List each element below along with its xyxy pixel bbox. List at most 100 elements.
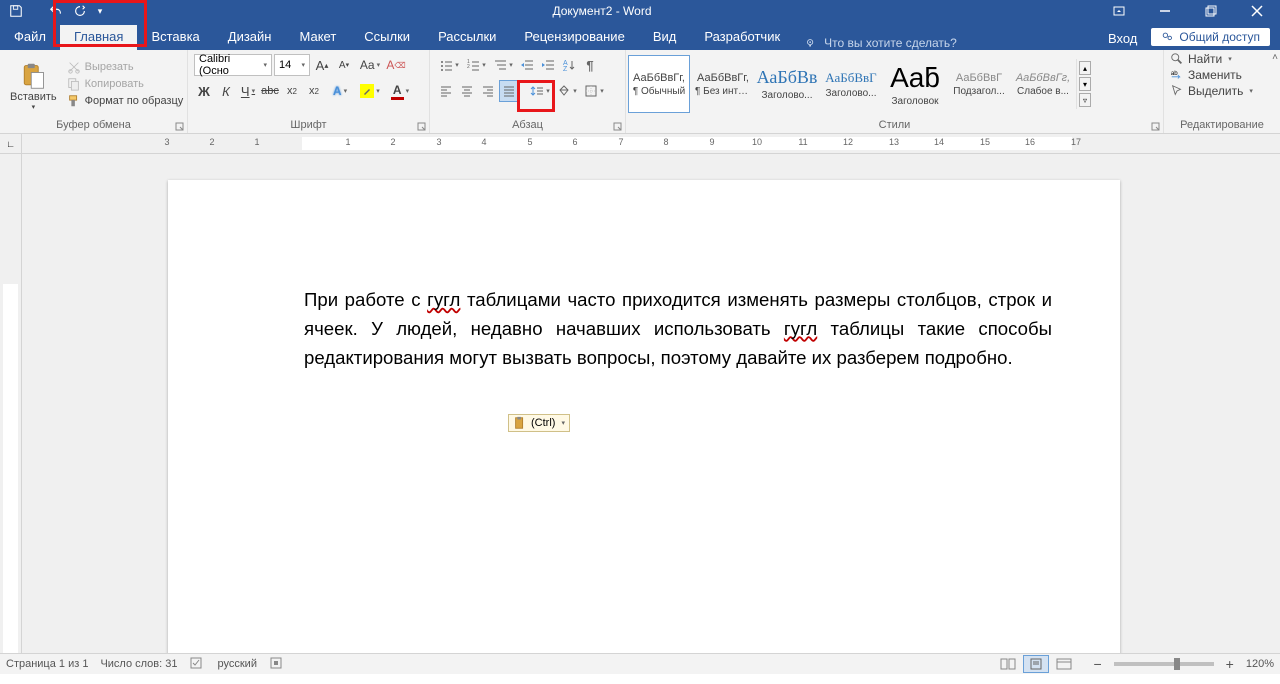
change-case-icon[interactable]: Aa▾ <box>356 54 384 76</box>
tab-review[interactable]: Рецензирование <box>510 25 638 50</box>
undo-icon[interactable] <box>44 0 68 22</box>
ribbon-display-options-icon[interactable] <box>1096 0 1142 22</box>
document-area: При работе с гугл таблицами часто приход… <box>0 154 1280 653</box>
ribbon: ˄ Вставить ▾ Вырезать Копировать Ф <box>0 50 1280 134</box>
tab-view[interactable]: Вид <box>639 25 691 50</box>
view-web-layout-icon[interactable] <box>1051 655 1077 673</box>
copy-button[interactable]: Копировать <box>67 77 184 91</box>
superscript-button[interactable]: x2 <box>304 80 324 102</box>
numbering-icon[interactable]: 12▾ <box>463 54 489 76</box>
save-icon[interactable] <box>4 0 28 22</box>
tab-references[interactable]: Ссылки <box>350 25 424 50</box>
justify-icon[interactable] <box>499 80 519 102</box>
zoom-out-icon[interactable]: − <box>1089 656 1105 672</box>
tab-selector-icon[interactable]: ∟ <box>0 134 22 153</box>
collapse-ribbon-icon[interactable]: ˄ <box>1272 52 1278 63</box>
style-box[interactable]: АаБбВвГПодзагол... <box>948 55 1010 113</box>
clipboard-launcher-icon[interactable] <box>175 122 185 132</box>
tab-mailings[interactable]: Рассылки <box>424 25 510 50</box>
align-right-icon[interactable] <box>478 80 498 102</box>
zoom-in-icon[interactable]: + <box>1222 656 1238 672</box>
format-painter-button[interactable]: Формат по образцу <box>67 94 184 108</box>
font-color-icon[interactable]: A▾ <box>386 80 414 102</box>
sort-icon[interactable]: AZ <box>559 54 579 76</box>
sign-in-link[interactable]: Вход <box>1098 27 1147 50</box>
tab-home[interactable]: Главная <box>60 25 137 50</box>
status-page[interactable]: Страница 1 из 1 <box>6 658 88 670</box>
close-icon[interactable] <box>1234 0 1280 22</box>
style-box[interactable]: АаБбВвГг,¶ Обычный <box>628 55 690 113</box>
zoom-level[interactable]: 120% <box>1240 658 1274 670</box>
shading-icon[interactable]: ▾ <box>554 80 580 102</box>
tab-layout[interactable]: Макет <box>285 25 350 50</box>
window-title: Документ2 - Word <box>108 4 1096 18</box>
group-editing: Найти▾ abЗаменить Выделить▾ Редактирован… <box>1164 50 1280 133</box>
style-box[interactable]: АаБбВвГЗаголово... <box>820 55 882 113</box>
style-box[interactable]: AaƃЗаголовок <box>884 55 946 113</box>
clear-formatting-icon[interactable]: A⌫ <box>386 54 406 76</box>
bullets-icon[interactable]: ▾ <box>436 54 462 76</box>
qat-customize-icon[interactable]: ▾ <box>92 0 108 22</box>
tell-me-search[interactable]: Что вы хотите сделать? <box>794 36 957 50</box>
ribbon-tabs: Файл Главная Вставка Дизайн Макет Ссылки… <box>0 22 1280 50</box>
style-box[interactable]: АаБбВвГг,Слабое в... <box>1012 55 1074 113</box>
view-read-mode-icon[interactable] <box>995 655 1021 673</box>
underline-button[interactable]: Ч▾ <box>238 80 258 102</box>
tab-developer[interactable]: Разработчик <box>690 25 794 50</box>
replace-button[interactable]: abЗаменить <box>1170 68 1274 82</box>
zoom-slider[interactable] <box>1114 662 1214 666</box>
quick-access-toolbar: ▾ <box>0 0 108 22</box>
borders-icon[interactable]: ▾ <box>581 80 607 102</box>
font-launcher-icon[interactable] <box>417 122 427 132</box>
font-size-combo[interactable]: 14▾ <box>274 54 310 76</box>
grow-font-icon[interactable]: A▴ <box>312 54 332 76</box>
view-print-layout-icon[interactable] <box>1023 655 1049 673</box>
highlight-color-icon[interactable]: ▾ <box>356 80 384 102</box>
styles-gallery-more[interactable]: ▴▾▿ <box>1076 59 1092 109</box>
style-box[interactable]: АаБбВвЗаголово... <box>756 55 818 113</box>
subscript-button[interactable]: x2 <box>282 80 302 102</box>
strikethrough-button[interactable]: abc <box>260 80 280 102</box>
minimize-icon[interactable] <box>1142 0 1188 22</box>
multilevel-list-icon[interactable]: ▾ <box>490 54 516 76</box>
svg-text:2: 2 <box>467 64 470 70</box>
paste-button[interactable]: Вставить ▾ <box>4 57 63 111</box>
align-left-icon[interactable] <box>436 80 456 102</box>
select-button[interactable]: Выделить▾ <box>1170 84 1274 98</box>
redo-icon[interactable] <box>68 0 92 22</box>
ruler-horizontal: ∟ 3211234567891011121314151617 <box>0 134 1280 154</box>
svg-text:Z: Z <box>563 66 568 72</box>
share-button[interactable]: Общий доступ <box>1151 28 1270 46</box>
group-paragraph: ▾ 12▾ ▾ AZ ¶ ▾ ▾ ▾ Абзац <box>430 50 626 133</box>
increase-indent-icon[interactable] <box>538 54 558 76</box>
status-spellcheck-icon[interactable] <box>190 656 206 673</box>
paste-options-button[interactable]: (Ctrl) ▾ <box>508 414 570 432</box>
font-name-combo[interactable]: Calibri (Осно▾ <box>194 54 272 76</box>
group-styles: АаБбВвГг,¶ ОбычныйАаБбВвГг,¶ Без инте...… <box>626 50 1164 133</box>
align-center-icon[interactable] <box>457 80 477 102</box>
document-body[interactable]: При работе с гугл таблицами часто приход… <box>168 180 1120 372</box>
tab-insert[interactable]: Вставка <box>137 25 213 50</box>
show-hide-paragraph-icon[interactable]: ¶ <box>580 54 600 76</box>
status-macro-icon[interactable] <box>269 656 283 673</box>
line-spacing-icon[interactable]: ▾ <box>527 80 553 102</box>
text-effects-icon[interactable]: A▾ <box>326 80 354 102</box>
maximize-icon[interactable] <box>1188 0 1234 22</box>
group-clipboard: Вставить ▾ Вырезать Копировать Формат по… <box>0 50 188 133</box>
italic-button[interactable]: К <box>216 80 236 102</box>
cut-button[interactable]: Вырезать <box>67 60 184 74</box>
shrink-font-icon[interactable]: A▾ <box>334 54 354 76</box>
tab-design[interactable]: Дизайн <box>214 25 286 50</box>
title-bar: ▾ Документ2 - Word <box>0 0 1280 22</box>
status-language[interactable]: русский <box>218 658 257 670</box>
styles-launcher-icon[interactable] <box>1151 122 1161 132</box>
tab-file[interactable]: Файл <box>0 25 60 50</box>
bold-button[interactable]: Ж <box>194 80 214 102</box>
document-scroll[interactable]: При работе с гугл таблицами часто приход… <box>22 154 1280 653</box>
find-button[interactable]: Найти▾ <box>1170 52 1274 66</box>
status-word-count[interactable]: Число слов: 31 <box>100 658 177 670</box>
paragraph-launcher-icon[interactable] <box>613 122 623 132</box>
status-bar: Страница 1 из 1 Число слов: 31 русский −… <box>0 653 1280 674</box>
decrease-indent-icon[interactable] <box>517 54 537 76</box>
style-box[interactable]: АаБбВвГг,¶ Без инте... <box>692 55 754 113</box>
